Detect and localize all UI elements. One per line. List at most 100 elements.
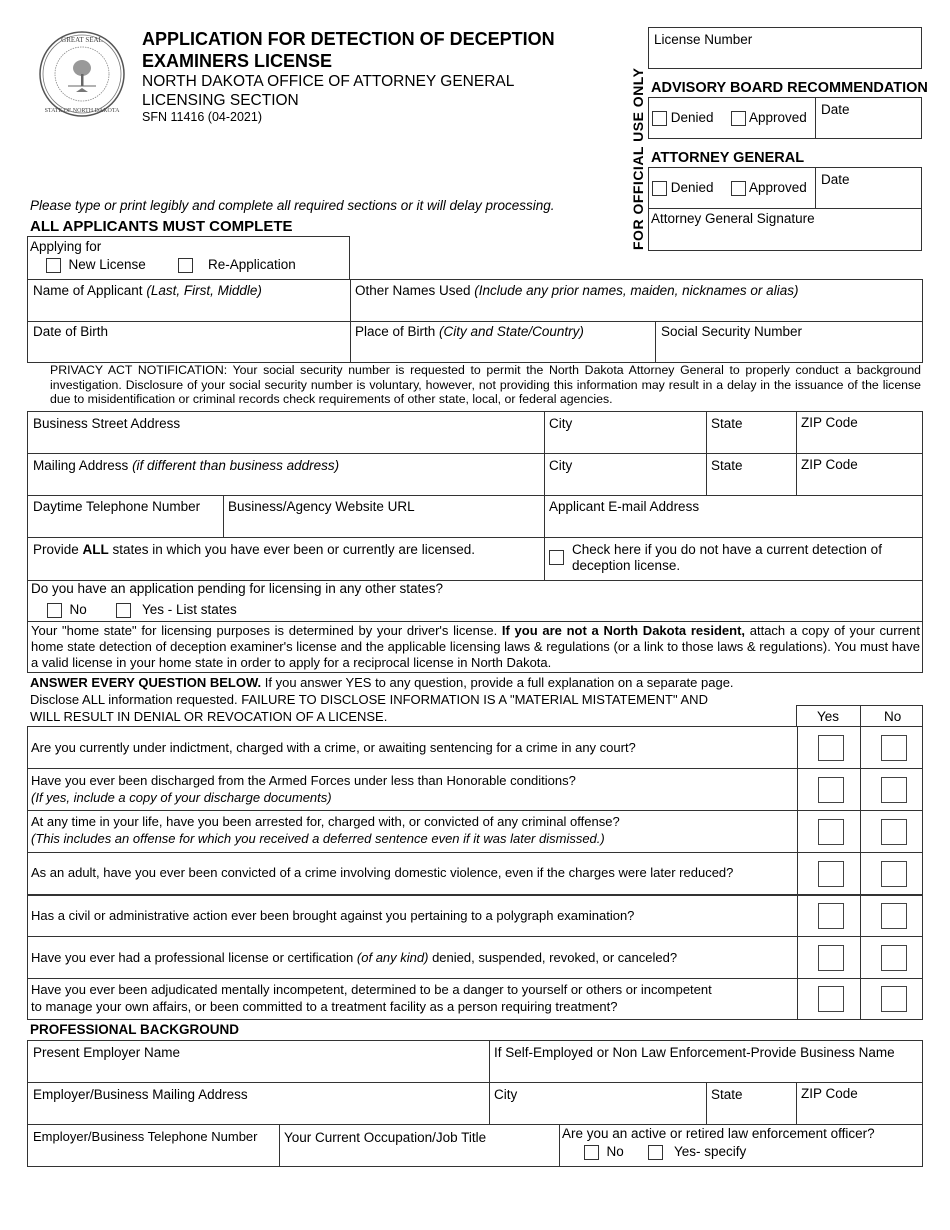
- q1-no-checkbox[interactable]: [881, 735, 907, 761]
- questions-5-line1-it-text: (of any kind): [356, 950, 429, 965]
- advisory-board-box: Denied Approved Date: [648, 97, 922, 139]
- address-business-street-label-text: Business Street Address: [33, 416, 181, 431]
- q6-yes-checkbox[interactable]: [818, 945, 844, 971]
- address-state-label-text: State: [711, 416, 743, 431]
- business-name-field[interactable]: If Self-Employed or Non Law Enforcement-…: [490, 1041, 922, 1082]
- employer-address-field[interactable]: Employer/Business Mailing Address: [28, 1083, 489, 1124]
- address-phone-label-text: Daytime Telephone Number: [33, 499, 201, 514]
- employer-state-field[interactable]: State: [707, 1083, 796, 1124]
- licensed-states-field[interactable]: Provide ALL states in which you have eve…: [28, 538, 544, 580]
- applicant-name-field[interactable]: Name of Applicant (Last, First, Middle): [28, 280, 350, 321]
- address-email-label-text: Applicant E-mail Address: [549, 499, 700, 514]
- questions-3-line1-text: As an adult, have you ever been convicte…: [31, 865, 734, 880]
- pending-options-0-text: No: [69, 602, 87, 617]
- q1-yes-checkbox[interactable]: [818, 735, 844, 761]
- new-license-checkbox[interactable]: [46, 257, 61, 273]
- ag-signature-field[interactable]: Attorney General Signature: [651, 211, 815, 227]
- le-yes-checkbox[interactable]: [648, 1144, 663, 1160]
- ssn-field[interactable]: Social Security Number: [656, 322, 922, 362]
- professional-le-options-0-text: No: [606, 1144, 624, 1159]
- q5-yes-checkbox[interactable]: [818, 903, 844, 929]
- re-application-checkbox[interactable]: [178, 257, 193, 273]
- form-title-line-2: EXAMINERS LICENSE: [142, 51, 333, 71]
- daytime-phone-field[interactable]: Daytime Telephone Number: [28, 496, 223, 537]
- questions-intro-bold-text: ANSWER EVERY QUESTION BELOW.: [30, 675, 262, 690]
- employer-city-field[interactable]: City: [490, 1083, 706, 1124]
- questions-6-line2-text: to manage your own affairs, or been comm…: [31, 999, 618, 1014]
- license-number-field[interactable]: License Number: [648, 27, 922, 69]
- questions-0-line1-text: Are you currently under indictment, char…: [31, 740, 636, 755]
- question-row: Have you ever had a professional license…: [28, 937, 797, 978]
- advisory-approved-label: Approved: [749, 110, 807, 125]
- professional-self-employed-label-text: If Self-Employed or Non Law Enforcement-…: [494, 1045, 895, 1060]
- state-seal-logo: GREAT SEAL STATE OF NORTH DAKOTA: [39, 31, 125, 117]
- questions-table: Are you currently under indictment, char…: [27, 726, 923, 1020]
- q2-yes-checkbox[interactable]: [818, 777, 844, 803]
- personal-other-names-hint-text: (Include any prior names, maiden, nickna…: [474, 283, 799, 298]
- q4-no-checkbox[interactable]: [881, 861, 907, 887]
- no-current-license-checkbox[interactable]: [549, 550, 564, 565]
- yes-no-header: Yes No: [796, 705, 923, 728]
- business-street-address-field[interactable]: Business Street Address: [28, 412, 544, 453]
- pending-no-checkbox[interactable]: [47, 602, 62, 618]
- ag-approved-checkbox[interactable]: [731, 180, 746, 196]
- email-field[interactable]: Applicant E-mail Address: [545, 496, 922, 537]
- other-names-field[interactable]: Other Names Used (Include any prior name…: [351, 280, 922, 321]
- licensed-states-label-pre-text: Provide: [33, 542, 83, 557]
- q7-yes-checkbox[interactable]: [818, 986, 844, 1012]
- agency-name: NORTH DAKOTA OFFICE OF ATTORNEY GENERAL: [142, 73, 515, 90]
- advisory-denied-checkbox[interactable]: [652, 110, 667, 126]
- address-city-label-text: City: [549, 416, 573, 431]
- section-name: LICENSING SECTION: [142, 92, 299, 109]
- q2-no-checkbox[interactable]: [881, 777, 907, 803]
- advisory-date-field[interactable]: Date: [821, 102, 850, 118]
- date-of-birth-field[interactable]: Date of Birth: [28, 322, 350, 362]
- q3-yes-checkbox[interactable]: [818, 819, 844, 845]
- employer-zip-field[interactable]: ZIP Code: [797, 1083, 922, 1124]
- divider: [815, 98, 816, 138]
- q4-yes-checkbox[interactable]: [818, 861, 844, 887]
- advisory-approved-checkbox[interactable]: [731, 110, 746, 126]
- re-application-label: Re-Application: [208, 257, 296, 272]
- business-zip-field[interactable]: ZIP Code: [797, 412, 922, 453]
- questions-intro-line-3: WILL RESULT IN DENIAL OR REVOCATION OF A…: [30, 709, 388, 724]
- form-number: SFN 11416 (04-2021): [142, 110, 262, 124]
- professional-employer-address-label-text: Employer/Business Mailing Address: [33, 1087, 248, 1102]
- q5-no-checkbox[interactable]: [881, 903, 907, 929]
- questions-intro-line-2: Disclose ALL information requested. FAIL…: [30, 692, 708, 707]
- website-url-field[interactable]: Business/Agency Website URL: [224, 496, 544, 537]
- ag-denied-checkbox[interactable]: [652, 180, 667, 196]
- q7-no-checkbox[interactable]: [881, 986, 907, 1012]
- divider: [860, 706, 861, 728]
- home-state-notice: Your "home state" for licensing purposes…: [27, 621, 923, 673]
- pending-application-box: Do you have an application pending for l…: [27, 580, 923, 622]
- mailing-city-field[interactable]: City: [545, 454, 706, 495]
- employer-phone-field[interactable]: Employer/Business Telephone Number: [28, 1125, 279, 1166]
- svg-text:GREAT SEAL: GREAT SEAL: [61, 36, 103, 44]
- question-row: Are you currently under indictment, char…: [28, 727, 797, 768]
- official-use-vertical-label: FOR OFFICIAL USE ONLY: [630, 67, 646, 250]
- professional-le-options-1-text: Yes- specify: [674, 1144, 747, 1159]
- present-employer-field[interactable]: Present Employer Name: [28, 1041, 489, 1082]
- personal-name-label-text: Name of Applicant: [33, 283, 147, 298]
- address-zip-label-text: ZIP Code: [801, 457, 858, 472]
- occupation-field[interactable]: Your Current Occupation/Job Title: [280, 1125, 559, 1166]
- professional-employer-name-label-text: Present Employer Name: [33, 1045, 181, 1060]
- pending-yes-checkbox[interactable]: [116, 602, 131, 618]
- mailing-address-field[interactable]: Mailing Address (if different than busin…: [28, 454, 544, 495]
- address-mailing-label-text: Mailing Address: [33, 458, 133, 473]
- questions-intro-line-1: ANSWER EVERY QUESTION BELOW. If you answ…: [30, 675, 734, 691]
- mailing-state-field[interactable]: State: [707, 454, 796, 495]
- business-city-field[interactable]: City: [545, 412, 706, 453]
- q6-no-checkbox[interactable]: [881, 945, 907, 971]
- divider: [649, 208, 921, 209]
- q3-no-checkbox[interactable]: [881, 819, 907, 845]
- ag-date-field[interactable]: Date: [821, 172, 850, 188]
- ag-heading: ATTORNEY GENERAL: [651, 150, 805, 166]
- business-state-field[interactable]: State: [707, 412, 796, 453]
- instructions: Please type or print legibly and complet…: [30, 198, 555, 213]
- mailing-zip-field[interactable]: ZIP Code: [797, 454, 922, 495]
- le-no-checkbox[interactable]: [584, 1144, 599, 1160]
- address-state-label-text: State: [711, 458, 743, 473]
- place-of-birth-field[interactable]: Place of Birth (City and State/Country): [351, 322, 655, 362]
